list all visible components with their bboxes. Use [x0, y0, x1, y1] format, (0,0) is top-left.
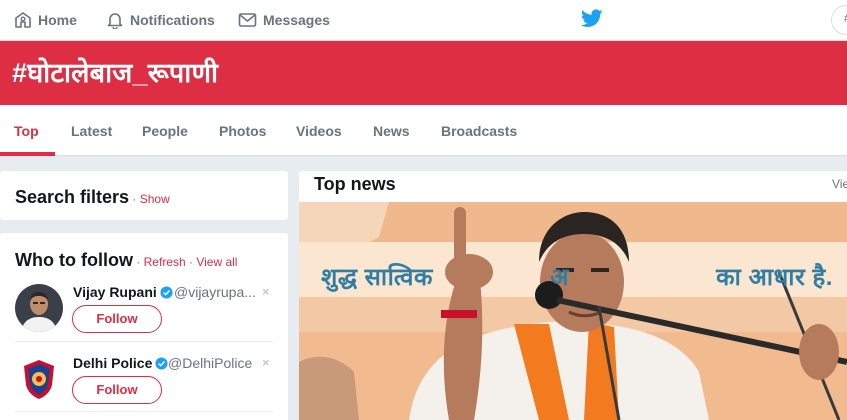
top-navigation-bar: Home Notifications Messages #	[0, 0, 847, 41]
dismiss-icon[interactable]: ×	[262, 284, 270, 299]
search-filters-show-link[interactable]: Show	[140, 192, 170, 206]
top-news-section: Top news View	[299, 171, 847, 420]
view-all-news-link[interactable]: View	[832, 177, 847, 191]
twitter-bird-icon[interactable]	[581, 9, 603, 28]
divider	[15, 411, 273, 412]
who-to-follow-title: Who to follow	[15, 250, 133, 270]
tab-videos[interactable]: Videos	[296, 105, 342, 156]
account-name[interactable]: Delhi Police	[73, 355, 168, 371]
search-filters-separator: ·	[129, 192, 140, 206]
tab-photos[interactable]: Photos	[219, 105, 266, 156]
view-all-link[interactable]: View all	[196, 255, 237, 269]
account-name[interactable]: Vijay Rupani	[73, 284, 173, 300]
tab-top[interactable]: Top	[14, 105, 39, 156]
avatar[interactable]	[15, 355, 63, 403]
nav-messages-label: Messages	[263, 12, 330, 28]
nav-edge-control[interactable]: #	[831, 5, 847, 35]
bell-icon	[107, 13, 123, 29]
home-icon	[15, 12, 31, 28]
search-tabs: Top Latest People Photos Videos News Bro…	[0, 105, 847, 156]
nav-messages[interactable]: Messages	[238, 0, 330, 40]
account-handle: @vijayrupa...	[174, 284, 256, 300]
tab-news[interactable]: News	[373, 105, 410, 156]
verified-badge-icon	[160, 286, 173, 299]
search-filters-card: Search filters · Show	[0, 171, 288, 220]
search-filters-title: Search filters	[15, 187, 130, 207]
who-to-follow-header: Who to follow · Refresh · View all	[15, 250, 238, 270]
who-to-follow-card: Who to follow · Refresh · View all Vijay…	[0, 233, 288, 420]
nav-notifications-label: Notifications	[130, 12, 215, 28]
tab-people[interactable]: People	[142, 105, 188, 156]
photo-banner-text: शुद्ध सात्विक अ का आधार है.	[321, 264, 833, 291]
account-handle: @DelhiPolice	[168, 355, 253, 371]
envelope-icon	[238, 13, 257, 27]
hashtag-banner: #घोटालेबाज_रूपाणी	[0, 41, 847, 105]
tab-broadcasts[interactable]: Broadcasts	[441, 105, 517, 156]
follow-button[interactable]: Follow	[72, 305, 162, 333]
news-photo-illustration	[299, 202, 847, 420]
avatar[interactable]	[15, 284, 63, 332]
dismiss-icon[interactable]: ×	[262, 355, 270, 370]
search-hashtag-title: #घोटालेबाज_रूपाणी	[12, 58, 219, 88]
nav-home-label: Home	[38, 12, 77, 28]
nav-notifications[interactable]: Notifications	[106, 0, 215, 40]
tab-latest[interactable]: Latest	[71, 105, 112, 156]
verified-badge-icon	[155, 357, 168, 370]
active-tab-indicator	[0, 152, 55, 156]
nav-home[interactable]: Home	[14, 0, 77, 40]
follow-button[interactable]: Follow	[72, 376, 162, 404]
news-photo[interactable]: शुद्ध सात्विक अ का आधार है.	[299, 202, 847, 420]
top-news-title: Top news	[314, 174, 396, 194]
refresh-link[interactable]: Refresh	[144, 255, 186, 269]
divider	[15, 341, 273, 342]
